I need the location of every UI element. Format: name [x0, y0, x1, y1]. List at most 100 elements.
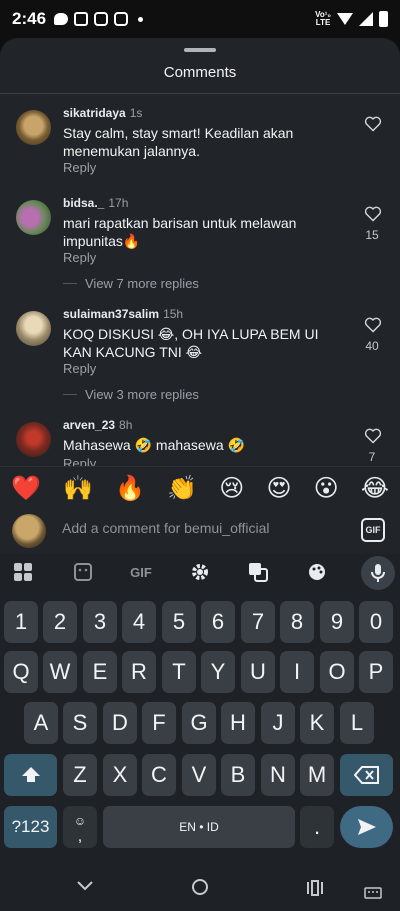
- key-l[interactable]: L: [340, 702, 374, 744]
- clapping-emoji-button[interactable]: 👏: [167, 474, 197, 503]
- comment-header: arven_23 8h: [63, 418, 132, 432]
- shift-key[interactable]: [4, 754, 57, 796]
- key-0[interactable]: 0: [359, 601, 393, 643]
- view-more-replies[interactable]: View 7 more replies: [63, 276, 199, 291]
- key-3[interactable]: 3: [83, 601, 117, 643]
- key-p[interactable]: P: [359, 651, 393, 693]
- space-key[interactable]: EN • ID: [103, 806, 295, 848]
- key-r[interactable]: R: [122, 651, 156, 693]
- nav-recents-icon[interactable]: [306, 879, 324, 902]
- keyboard-toolbar: GIF: [0, 554, 400, 592]
- key-8[interactable]: 8: [280, 601, 314, 643]
- mic-button[interactable]: [361, 556, 395, 590]
- key-s[interactable]: S: [63, 702, 97, 744]
- like-count: 40: [365, 339, 379, 353]
- sticker-icon[interactable]: [72, 562, 94, 584]
- key-d[interactable]: D: [103, 702, 137, 744]
- key-g[interactable]: G: [182, 702, 216, 744]
- gif-button[interactable]: GIF: [361, 518, 385, 542]
- reply-button[interactable]: Reply: [63, 250, 96, 265]
- avatar[interactable]: [16, 110, 51, 145]
- comment-time: 17h: [108, 196, 129, 210]
- like-heart-icon[interactable]: [364, 116, 382, 137]
- view-more-replies[interactable]: View 3 more replies: [63, 387, 199, 402]
- like-heart-icon[interactable]: [364, 428, 382, 449]
- keyboard-switcher-icon[interactable]: [364, 882, 382, 905]
- reply-button[interactable]: Reply: [63, 456, 96, 466]
- key-z[interactable]: Z: [63, 754, 97, 796]
- comment-text: mari rapatkan barisan untuk melawan impu…: [63, 215, 297, 249]
- like-heart-icon[interactable]: [364, 206, 382, 227]
- comment-username[interactable]: sulaiman37salim: [63, 307, 159, 321]
- lte-label: LTE: [315, 18, 331, 27]
- key-5[interactable]: 5: [162, 601, 196, 643]
- comment-header: sikatridaya 1s: [63, 106, 142, 120]
- key-t[interactable]: T: [162, 651, 196, 693]
- avatar[interactable]: [16, 200, 51, 235]
- nav-back-chevron-icon[interactable]: [76, 876, 94, 899]
- key-7[interactable]: 7: [241, 601, 275, 643]
- raising-hands-emoji-button[interactable]: 🙌: [63, 474, 93, 503]
- emoji-comma-key[interactable]: ☺ ,: [63, 806, 97, 848]
- key-n[interactable]: N: [261, 754, 295, 796]
- key-h[interactable]: H: [221, 702, 255, 744]
- key-6[interactable]: 6: [201, 601, 235, 643]
- emoji-quick-bar: ❤️ 🙌 🔥 👏 😢 😍 😮 😂: [0, 466, 400, 510]
- wifi-icon: [337, 13, 353, 25]
- avatar[interactable]: [16, 422, 51, 457]
- symbols-key[interactable]: ?123: [4, 806, 57, 848]
- comment-username[interactable]: sikatridaya: [63, 106, 126, 120]
- key-j[interactable]: J: [261, 702, 295, 744]
- key-x[interactable]: X: [103, 754, 137, 796]
- instagram-notification-icon-2: [114, 12, 129, 26]
- key-k[interactable]: K: [300, 702, 334, 744]
- key-u[interactable]: U: [241, 651, 275, 693]
- key-q[interactable]: Q: [4, 651, 38, 693]
- avatar[interactable]: [16, 311, 51, 346]
- nav-home-icon[interactable]: [191, 878, 209, 902]
- key-i[interactable]: I: [280, 651, 314, 693]
- translate-icon[interactable]: [247, 562, 269, 584]
- key-f[interactable]: F: [142, 702, 176, 744]
- key-y[interactable]: Y: [201, 651, 235, 693]
- heart-eyes-emoji-button[interactable]: 😍: [266, 474, 291, 503]
- send-key[interactable]: [340, 806, 393, 848]
- palette-icon[interactable]: [306, 562, 328, 584]
- backspace-key[interactable]: [340, 754, 393, 796]
- fire-emoji-button[interactable]: 🔥: [115, 474, 145, 503]
- key-b[interactable]: B: [221, 754, 255, 796]
- key-c[interactable]: C: [142, 754, 176, 796]
- app-notification-icon: [74, 12, 89, 26]
- comment-username[interactable]: arven_23: [63, 418, 115, 432]
- key-4[interactable]: 4: [122, 601, 156, 643]
- drag-handle[interactable]: [184, 48, 216, 52]
- reply-button[interactable]: Reply: [63, 160, 96, 175]
- key-o[interactable]: O: [320, 651, 354, 693]
- comment-input[interactable]: Add a comment for bemui_official: [62, 520, 270, 536]
- key-1[interactable]: 1: [4, 601, 38, 643]
- comment-username[interactable]: bidsa._: [63, 196, 104, 210]
- surprised-emoji-button[interactable]: 😮: [314, 474, 339, 503]
- reply-button[interactable]: Reply: [63, 361, 96, 376]
- battery-icon: [379, 11, 388, 27]
- settings-gear-icon[interactable]: [189, 562, 211, 584]
- crying-emoji-button[interactable]: 😢: [219, 474, 244, 503]
- period-key[interactable]: .: [300, 806, 334, 848]
- system-status-icons: Vo¹₀ LTE: [315, 11, 388, 27]
- laughing-emoji-button[interactable]: 😂: [361, 474, 389, 503]
- comments-sheet: Comments sikatridaya 1s Stay calm, stay s…: [0, 38, 400, 466]
- key-v[interactable]: V: [182, 754, 216, 796]
- comment-time: 15h: [163, 307, 184, 321]
- gif-icon[interactable]: GIF: [126, 562, 156, 584]
- apps-grid-icon[interactable]: [12, 562, 34, 584]
- key-m[interactable]: M: [300, 754, 334, 796]
- like-heart-icon[interactable]: [364, 317, 382, 338]
- key-2[interactable]: 2: [43, 601, 77, 643]
- key-9[interactable]: 9: [320, 601, 354, 643]
- heart-emoji-button[interactable]: ❤️: [11, 474, 41, 503]
- key-a[interactable]: A: [24, 702, 58, 744]
- key-w[interactable]: W: [43, 651, 77, 693]
- volte-lte-icon: Vo¹₀ LTE: [315, 11, 331, 27]
- comment-text: KOQ DISKUSI 😂, OH IYA LUPA BEM UI KAN KA…: [63, 326, 319, 360]
- key-e[interactable]: E: [83, 651, 117, 693]
